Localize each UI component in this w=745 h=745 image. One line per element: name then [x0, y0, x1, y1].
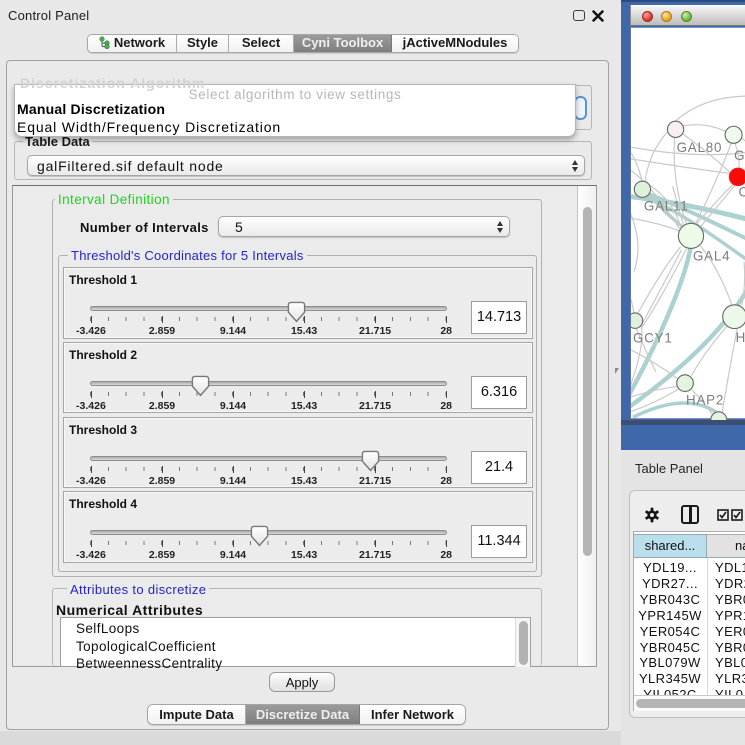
- svg-text:C: C: [739, 185, 745, 200]
- svg-text:GAL4: GAL4: [693, 249, 730, 264]
- svg-text:HAP2: HAP2: [686, 392, 724, 407]
- svg-text:GA: GA: [734, 148, 745, 163]
- svg-text:GAL80: GAL80: [677, 140, 723, 155]
- svg-text:H: H: [736, 330, 745, 345]
- svg-text:GCY1: GCY1: [633, 330, 673, 345]
- svg-text:GAL11: GAL11: [644, 199, 689, 214]
